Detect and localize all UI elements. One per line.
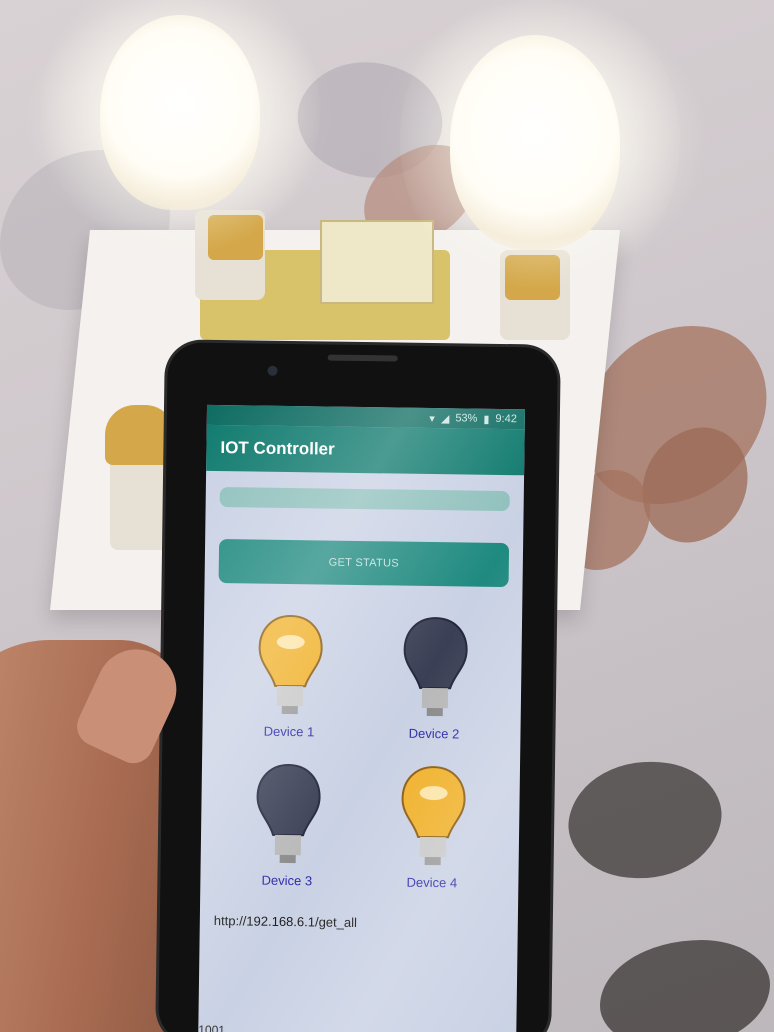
clock: 9:42	[495, 412, 517, 426]
phone-screen: ▾ ◢ 53% ▮ 9:42 IOT Controller GET STATUS	[198, 404, 526, 1032]
device-label: Device 2	[408, 725, 460, 742]
app-bar: IOT Controller	[206, 424, 525, 476]
device-grid: Device 1 Device 2 Device 3 Device 4	[214, 611, 508, 891]
battery-icon: ▮	[483, 413, 490, 426]
battery-percent: 53%	[455, 412, 478, 425]
device-toggle-4[interactable]: Device 4	[359, 762, 506, 891]
photo-scene: ▾ ◢ 53% ▮ 9:42 IOT Controller GET STATUS	[0, 0, 774, 1032]
bulb-on-icon	[258, 615, 323, 715]
request-url: http://192.168.6.1/get_all	[213, 913, 358, 931]
lit-bulb-right	[450, 35, 620, 250]
response-counter: 1001	[198, 1022, 226, 1032]
empty-bulb-socket	[105, 405, 175, 465]
device-toggle-1[interactable]: Device 1	[216, 611, 363, 740]
smartphone: ▾ ◢ 53% ▮ 9:42 IOT Controller GET STATUS	[158, 342, 558, 1032]
device-label: Device 4	[406, 874, 458, 891]
signal-icon: ◢	[440, 412, 450, 425]
device-toggle-3[interactable]: Device 3	[214, 760, 361, 889]
main-content: GET STATUS Device 1 Device 2 Device 3 De…	[200, 487, 524, 932]
lit-bulb-left	[100, 15, 260, 210]
device-toggle-2[interactable]: Device 2	[361, 613, 508, 742]
front-camera	[267, 365, 278, 376]
get-status-button[interactable]: GET STATUS	[218, 539, 510, 588]
wifi-icon: ▾	[429, 412, 435, 425]
device-label: Device 3	[261, 872, 313, 889]
transformer	[320, 220, 434, 304]
bulb-off-icon	[403, 617, 468, 717]
progress-bar	[219, 487, 510, 512]
bulb-off-icon	[256, 764, 321, 864]
device-label: Device 1	[263, 723, 315, 740]
app-title: IOT Controller	[220, 438, 335, 459]
bulb-on-icon	[401, 766, 466, 866]
phone-speaker	[327, 354, 398, 362]
